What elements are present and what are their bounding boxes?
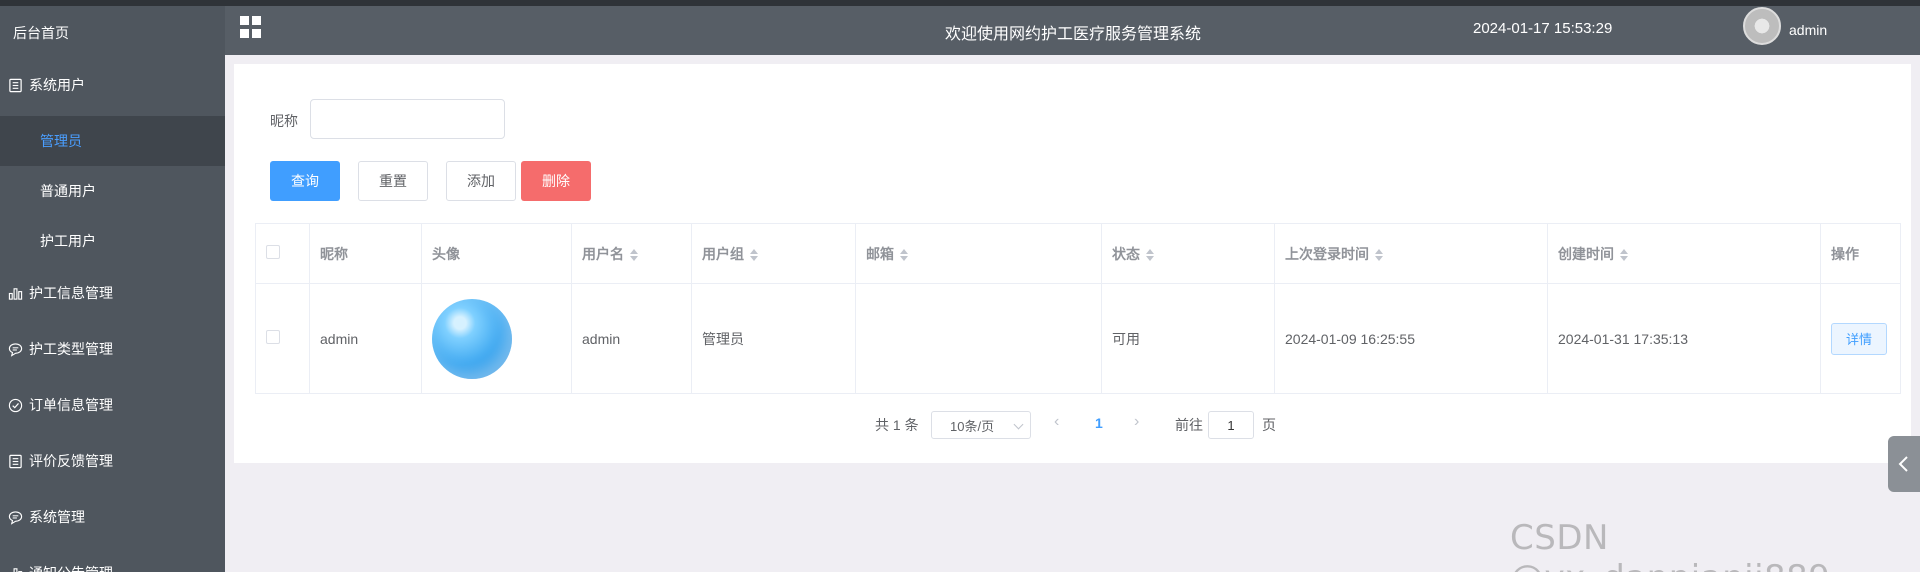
cell-username: admin — [571, 283, 692, 394]
delete-button[interactable]: 删除 — [521, 161, 591, 201]
top-header: 欢迎使用网约护工医疗服务管理系统 2024-01-17 15:53:29 adm… — [225, 6, 1920, 55]
column-header[interactable]: 状态 — [1101, 223, 1275, 284]
column-header: 操作 — [1820, 223, 1901, 284]
sidebar-item-admin[interactable]: 管理员 — [0, 116, 225, 166]
cell-avatar — [421, 283, 572, 394]
sort-icon[interactable] — [630, 248, 638, 261]
column-header-label: 上次登录时间 — [1285, 245, 1369, 262]
table-header-row: 昵称 头像 用户名 用户组 邮箱 状态 上次登录时间 创建时间 操作 — [255, 223, 1901, 284]
column-header: 头像 — [421, 223, 572, 284]
sort-icon[interactable] — [750, 248, 758, 261]
column-header-label: 邮箱 — [866, 245, 894, 262]
sidebar-item-notice[interactable]: 通知公告管理 — [0, 560, 225, 572]
sidebar-item-order-info[interactable]: 订单信息管理 — [0, 392, 225, 418]
detail-button[interactable]: 详情 — [1831, 322, 1887, 355]
sidebar-item-label: 普通用户 — [40, 183, 96, 199]
column-header-label: 创建时间 — [1558, 245, 1614, 262]
query-button[interactable]: 查询 — [270, 161, 340, 201]
sort-icon[interactable] — [1375, 248, 1383, 261]
sort-icon[interactable] — [1146, 248, 1154, 261]
column-header[interactable]: 邮箱 — [855, 223, 1102, 284]
column-header[interactable]: 上次登录时间 — [1274, 223, 1548, 284]
sort-icon[interactable] — [1620, 248, 1628, 261]
goto-unit: 页 — [1262, 417, 1276, 433]
check-circle-icon — [7, 397, 23, 413]
pagination-total: 共 1 条 — [875, 417, 919, 433]
cell-actions: 详情 — [1820, 283, 1901, 394]
sidebar-item-label: 评价反馈管理 — [29, 453, 113, 469]
column-header-label: 用户名 — [582, 245, 624, 262]
sidebar-item-caregiver-info[interactable]: 护工信息管理 — [0, 280, 225, 306]
user-name[interactable]: admin — [1789, 22, 1827, 38]
chat-icon — [7, 341, 23, 357]
column-header[interactable]: 用户名 — [571, 223, 692, 284]
prev-page-icon[interactable]: ‹ — [1054, 413, 1059, 431]
sidebar-item-label: 订单信息管理 — [29, 397, 113, 413]
sort-icon[interactable] — [900, 248, 908, 261]
user-avatar[interactable] — [1743, 7, 1781, 45]
bar-chart-icon — [7, 285, 23, 301]
page-size-value: 10条/页 — [950, 418, 995, 434]
select-all-checkbox[interactable] — [266, 245, 280, 259]
chat-icon — [7, 509, 23, 525]
column-header[interactable]: 用户组 — [691, 223, 856, 284]
goto-label: 前往 — [1175, 417, 1203, 433]
column-header-label: 用户组 — [702, 245, 744, 262]
cell-nickname: admin — [309, 283, 422, 394]
sidebar-item-label: 护工用户 — [40, 233, 96, 249]
page-number-current[interactable]: 1 — [1095, 415, 1103, 431]
sidebar-item-label: 通知公告管理 — [29, 563, 113, 572]
main-panel: 昵称 查询 重置 添加 删除 昵称 头像 用户名 用户组 邮箱 状态 上次登录时… — [234, 64, 1911, 463]
page-size-select[interactable]: 10条/页 — [931, 411, 1031, 439]
avatar-image — [432, 298, 512, 379]
add-button[interactable]: 添加 — [446, 161, 516, 201]
sidebar-item-caregiver-users[interactable]: 护工用户 — [0, 216, 225, 266]
row-select-cell — [255, 283, 310, 394]
cell-status: 可用 — [1101, 283, 1275, 394]
menu-toggle-icon[interactable] — [240, 16, 262, 38]
bar-chart-icon — [7, 565, 23, 572]
sidebar-item-system-users[interactable]: 系统用户 — [0, 72, 225, 98]
sidebar: 后台首页 系统用户 管理员 普通用户 护工用户 护工信息管理 护工类型管理 订单… — [0, 6, 225, 572]
side-panel-toggle[interactable] — [1888, 436, 1920, 492]
nickname-label: 昵称 — [270, 113, 298, 129]
user-table: 昵称 头像 用户名 用户组 邮箱 状态 上次登录时间 创建时间 操作 admin… — [255, 223, 1901, 394]
row-checkbox[interactable] — [266, 330, 280, 344]
current-datetime: 2024-01-17 15:53:29 — [1473, 20, 1613, 37]
reset-button[interactable]: 重置 — [358, 161, 428, 201]
column-header[interactable]: 创建时间 — [1547, 223, 1821, 284]
goto-page-input[interactable]: 1 — [1208, 411, 1254, 439]
chevron-left-icon — [1898, 456, 1908, 472]
sidebar-item-normal-users[interactable]: 普通用户 — [0, 166, 225, 216]
sidebar-item-label: 系统管理 — [29, 509, 85, 525]
sidebar-item-label: 系统用户 — [29, 77, 85, 93]
sidebar-item-label: 后台首页 — [13, 25, 69, 41]
sidebar-item-label: 护工类型管理 — [29, 341, 113, 357]
cell-group: 管理员 — [691, 283, 856, 394]
table-row: admin admin 管理员 可用 2024-01-09 16:25:55 2… — [255, 283, 1901, 394]
sidebar-item-label: 护工信息管理 — [29, 285, 113, 301]
sidebar-item-home[interactable]: 后台首页 — [0, 20, 225, 46]
system-title: 欢迎使用网约护工医疗服务管理系统 — [945, 26, 1202, 43]
watermark: CSDN @vx_danpianji889 — [1510, 518, 1830, 572]
cell-last-login: 2024-01-09 16:25:55 — [1274, 283, 1548, 394]
sidebar-item-system[interactable]: 系统管理 — [0, 504, 225, 530]
chevron-down-icon — [1013, 419, 1024, 430]
select-all-cell — [255, 223, 310, 284]
document-icon — [7, 453, 23, 469]
sidebar-item-caregiver-type[interactable]: 护工类型管理 — [0, 336, 225, 362]
sidebar-item-feedback[interactable]: 评价反馈管理 — [0, 448, 225, 474]
column-header: 昵称 — [309, 223, 422, 284]
nickname-input[interactable] — [310, 99, 505, 139]
cell-created: 2024-01-31 17:35:13 — [1547, 283, 1821, 394]
document-icon — [7, 77, 23, 93]
sidebar-item-label: 管理员 — [40, 133, 82, 149]
next-page-icon[interactable]: › — [1134, 413, 1139, 431]
cell-email — [855, 283, 1102, 394]
column-header-label: 状态 — [1112, 245, 1140, 262]
